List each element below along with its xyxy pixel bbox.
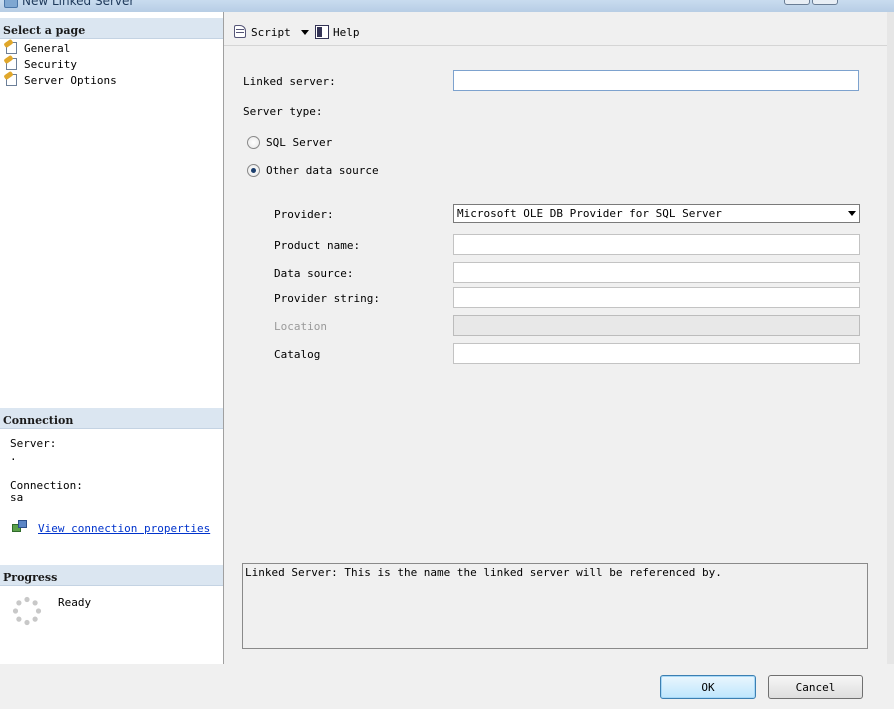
- left-pane: Select a page General Security Server Op…: [0, 12, 224, 664]
- progress-spinner-icon: [12, 596, 42, 626]
- connection-value: sa: [10, 491, 24, 504]
- script-label: Script: [251, 25, 291, 39]
- chevron-down-icon[interactable]: [300, 29, 309, 35]
- provider-string-input[interactable]: [453, 287, 860, 308]
- script-icon: [232, 24, 248, 40]
- help-icon: [314, 24, 330, 40]
- radio-sql-server-dot[interactable]: [247, 136, 260, 149]
- radio-sql-server[interactable]: SQL Server: [247, 136, 332, 149]
- page-item-label: Server Options: [24, 73, 117, 87]
- help-label: Help: [333, 25, 360, 39]
- cancel-button[interactable]: Cancel: [768, 675, 863, 699]
- data-source-label: Data source:: [274, 267, 354, 280]
- server-label: Server:: [10, 437, 57, 450]
- maximize-button[interactable]: [812, 0, 838, 5]
- linked-server-input[interactable]: [453, 70, 859, 91]
- help-button[interactable]: Help: [314, 24, 360, 40]
- page-settings-icon: [3, 38, 20, 55]
- server-type-label: Server type:: [243, 105, 323, 118]
- ok-button[interactable]: OK: [660, 675, 756, 699]
- radio-sql-server-label: SQL Server: [266, 136, 333, 149]
- page-item-label: General: [24, 41, 71, 55]
- select-page-header: Select a page: [0, 18, 223, 39]
- page-item-security[interactable]: Security: [3, 54, 117, 72]
- progress-status: Ready: [58, 596, 92, 609]
- progress-header: Progress: [0, 565, 223, 586]
- page-item-label: Security: [24, 57, 77, 71]
- window-app-icon: [4, 0, 18, 8]
- chevron-down-icon[interactable]: [848, 211, 856, 216]
- provider-value: Microsoft OLE DB Provider for SQL Server: [457, 207, 722, 220]
- main-pane: Script Help Linked server: Server type: …: [224, 12, 887, 664]
- page-item-server-options[interactable]: Server Options: [3, 70, 117, 88]
- data-source-input[interactable]: [453, 262, 860, 283]
- provider-label: Provider:: [274, 208, 334, 221]
- toolbar: Script Help: [224, 20, 887, 46]
- server-value: .: [10, 450, 17, 463]
- page-settings-icon: [3, 70, 20, 87]
- view-connection-properties-link[interactable]: View connection properties: [38, 522, 210, 535]
- connection-properties-icon: [12, 520, 28, 534]
- provider-string-label: Provider string:: [274, 292, 380, 305]
- script-button[interactable]: Script: [232, 24, 309, 40]
- minimize-button[interactable]: [784, 0, 810, 5]
- location-input: [453, 315, 860, 336]
- vertical-scrollbar[interactable]: [887, 12, 894, 664]
- page-item-general[interactable]: General: [3, 38, 117, 56]
- radio-other-data-source-dot[interactable]: [247, 164, 260, 177]
- title-bar: New Linked Server: [0, 0, 894, 12]
- radio-other-data-source-label: Other data source: [266, 164, 379, 177]
- provider-select[interactable]: Microsoft OLE DB Provider for SQL Server: [453, 204, 860, 223]
- connection-header: Connection: [0, 408, 223, 429]
- catalog-label: Catalog: [274, 348, 321, 361]
- product-name-input[interactable]: [453, 234, 860, 255]
- page-list: General Security Server Options: [3, 38, 117, 88]
- product-name-label: Product name:: [274, 239, 361, 252]
- description-panel: Linked Server: This is the name the link…: [242, 563, 868, 649]
- page-settings-icon: [3, 54, 20, 71]
- location-label: Location: [274, 320, 327, 333]
- window-title: New Linked Server: [22, 0, 135, 8]
- catalog-input[interactable]: [453, 343, 860, 364]
- radio-other-data-source[interactable]: Other data source: [247, 164, 379, 177]
- linked-server-label: Linked server:: [243, 75, 336, 88]
